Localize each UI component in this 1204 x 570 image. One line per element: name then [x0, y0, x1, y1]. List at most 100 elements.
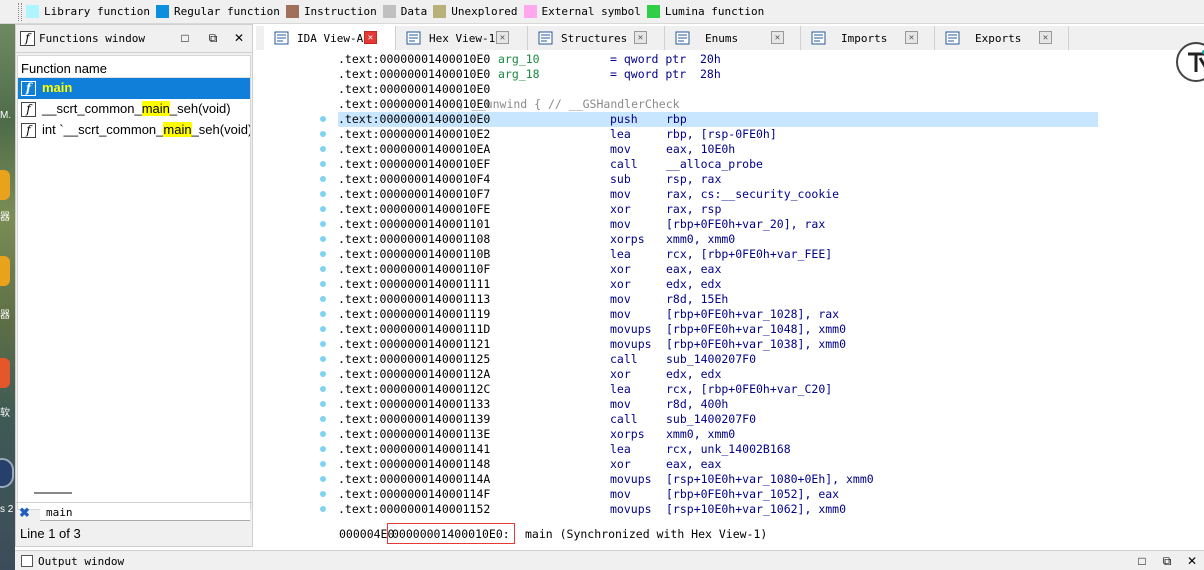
disasm-line[interactable]: .text:0000000140001148 xor eax, eax: [338, 457, 1098, 472]
disasm-line[interactable]: .text:0000000140001152 movups [rsp+10E0h+v…: [338, 502, 1098, 517]
line-address: .text:0000000140001121: [338, 337, 491, 351]
tab-close-icon[interactable]: ✕: [771, 31, 784, 44]
tab-close-icon[interactable]: ✕: [1039, 31, 1052, 44]
mnemonic: call: [610, 412, 638, 426]
close-icon[interactable]: ✕: [232, 31, 246, 45]
disasm-line[interactable]: .text:0000000140001133 mov r8d, 400h: [338, 397, 1098, 412]
disasm-line[interactable]: .text:00000001400010EF call __alloca_probe: [338, 157, 1098, 172]
disasm-line[interactable]: .text:00000001400010E0 arg_10 = qword ptr …: [338, 52, 1098, 67]
desktop-app-icon[interactable]: [0, 170, 10, 200]
disasm-line[interactable]: .text:000000014000112C lea rcx, [rbp+0FE0h…: [338, 382, 1098, 397]
desktop-app-icon[interactable]: [0, 458, 14, 488]
disasm-line[interactable]: .text:00000001400010E0; __unwind { // __…: [338, 97, 1098, 112]
tab-ida-view-a[interactable]: IDA View-A ✕: [264, 26, 396, 50]
disasm-line[interactable]: .text:000000014000110B lea rcx, [rbp+0FE0h…: [338, 247, 1098, 262]
float-icon[interactable]: ⧉: [206, 31, 220, 45]
tab-close-icon[interactable]: ✕: [496, 31, 509, 44]
breakpoint-dot[interactable]: [320, 326, 326, 332]
disasm-line[interactable]: .text:000000014000110F xor eax, eax: [338, 262, 1098, 277]
disasm-line[interactable]: .text:0000000140001121 movups [rbp+0FE0h+v…: [338, 337, 1098, 352]
breakpoint-dot[interactable]: [320, 116, 326, 122]
tab-structures[interactable]: Structures ✕: [528, 26, 665, 50]
disasm-line[interactable]: .text:0000000140001108 xorps xmm0, xmm0: [338, 232, 1098, 247]
toolbar-grip[interactable]: [18, 3, 22, 21]
breakpoint-dot[interactable]: [320, 176, 326, 182]
function-name-column-header[interactable]: Function name: [18, 56, 250, 78]
function-row[interactable]: f main: [18, 78, 250, 99]
breakpoint-dot[interactable]: [320, 236, 326, 242]
breakpoint-dot[interactable]: [320, 401, 326, 407]
breakpoint-dot[interactable]: [320, 281, 326, 287]
disasm-line[interactable]: .text:000000014000113E xorps xmm0, xmm0: [338, 427, 1098, 442]
breakpoint-dot[interactable]: [320, 386, 326, 392]
disassembly-listing[interactable]: .text:00000001400010E0 arg_10 = qword ptr …: [338, 52, 1098, 517]
desktop-app-icon[interactable]: [0, 358, 10, 388]
operands: __alloca_probe: [666, 157, 763, 171]
restore-icon[interactable]: □: [178, 31, 192, 45]
breakpoint-dot[interactable]: [320, 431, 326, 437]
breakpoint-dot[interactable]: [320, 446, 326, 452]
tab-close-icon[interactable]: ✕: [634, 31, 647, 44]
operands: rax, rsp: [666, 202, 722, 216]
disasm-line[interactable]: .text:0000000140001111 xor edx, edx: [338, 277, 1098, 292]
breakpoint-dot[interactable]: [320, 371, 326, 377]
breakpoint-dot[interactable]: [320, 476, 326, 482]
breakpoint-dot[interactable]: [320, 491, 326, 497]
tab-close-icon[interactable]: ✕: [905, 31, 918, 44]
breakpoint-dot[interactable]: [320, 356, 326, 362]
breakpoint-dot[interactable]: [320, 221, 326, 227]
disasm-line[interactable]: .text:0000000140001101 mov [rbp+0FE0h+var_…: [338, 217, 1098, 232]
breakpoint-dot[interactable]: [320, 311, 326, 317]
disasm-line[interactable]: .text:000000014000114A movups [rsp+10E0h+v…: [338, 472, 1098, 487]
tab-imports[interactable]: Imports ✕: [801, 26, 935, 50]
ida-view-a[interactable]: .text:00000001400010E0 arg_10 = qword ptr …: [256, 42, 1204, 544]
breakpoint-dot[interactable]: [320, 191, 326, 197]
functions-list[interactable]: Function name f main f __scrt_common_main_s…: [17, 55, 251, 510]
disasm-line[interactable]: .text:0000000140001113 mov r8d, 15Eh: [338, 292, 1098, 307]
filter-input[interactable]: main: [40, 504, 250, 521]
desktop-app-icon[interactable]: [0, 256, 10, 286]
line-address: .text:0000000140001113: [338, 292, 491, 306]
breakpoint-dot[interactable]: [320, 266, 326, 272]
tab-hex-view-1[interactable]: Hex View-1 ✕: [396, 26, 528, 50]
restore-icon[interactable]: □: [1135, 554, 1149, 568]
tab-close-icon[interactable]: ✕: [364, 31, 377, 44]
disasm-line[interactable]: .text:00000001400010F4 sub rsp, rax: [338, 172, 1098, 187]
disasm-line[interactable]: .text:0000000140001119 mov [rbp+0FE0h+var_…: [338, 307, 1098, 322]
breakpoint-dot[interactable]: [320, 251, 326, 257]
disasm-line[interactable]: .text:00000001400010E0 push rbp: [338, 112, 1098, 127]
disasm-line[interactable]: .text:00000001400010E2 lea rbp, [rsp-0FE0h…: [338, 127, 1098, 142]
breakpoint-dot[interactable]: [320, 296, 326, 302]
disasm-line[interactable]: .text:00000001400010E0: [338, 82, 1098, 97]
breakpoint-dot[interactable]: [320, 461, 326, 467]
disasm-line[interactable]: .text:000000014000114F mov [rbp+0FE0h+var_…: [338, 487, 1098, 502]
function-row[interactable]: f int `__scrt_common_main_seh(void)'::: [18, 120, 250, 141]
clear-filter-icon[interactable]: ✖: [19, 505, 30, 521]
tab-enums[interactable]: Enums ✕: [665, 26, 801, 50]
disasm-line[interactable]: .text:00000001400010EA mov eax, 10E0h: [338, 142, 1098, 157]
disasm-line[interactable]: .text:0000000140001141 lea rcx, unk_14002B…: [338, 442, 1098, 457]
disasm-line[interactable]: .text:000000014000112A xor edx, edx: [338, 367, 1098, 382]
close-icon[interactable]: ✕: [1185, 554, 1199, 568]
breakpoint-dot[interactable]: [320, 416, 326, 422]
breakpoint-dot[interactable]: [320, 131, 326, 137]
operands: eax, eax: [666, 457, 722, 471]
disasm-line[interactable]: .text:000000014000111D movups [rbp+0FE0h+v…: [338, 322, 1098, 337]
breakpoint-dot[interactable]: [320, 206, 326, 212]
functions-window-titlebar[interactable]: f Functions window □ ⧉ ✕: [16, 25, 252, 53]
breakpoint-dot[interactable]: [320, 341, 326, 347]
breakpoint-dot[interactable]: [320, 506, 326, 512]
function-row[interactable]: f __scrt_common_main_seh(void): [18, 99, 250, 120]
tab-exports[interactable]: Exports ✕: [935, 26, 1069, 50]
breakpoint-gutter[interactable]: [320, 50, 328, 544]
desktop-label: s 2: [0, 504, 14, 515]
breakpoint-dot[interactable]: [320, 161, 326, 167]
disasm-line[interactable]: .text:00000001400010F7 mov rax, cs:__secur…: [338, 187, 1098, 202]
disasm-line[interactable]: .text:00000001400010E0 arg_18 = qword ptr …: [338, 67, 1098, 82]
disasm-line[interactable]: .text:0000000140001139 call sub_1400207F0: [338, 412, 1098, 427]
breakpoint-dot[interactable]: [320, 146, 326, 152]
disasm-line[interactable]: .text:00000001400010FE xor rax, rsp: [338, 202, 1098, 217]
horizontal-scrollbar[interactable]: [34, 492, 72, 494]
float-icon[interactable]: ⧉: [1160, 554, 1174, 568]
disasm-line[interactable]: .text:0000000140001125 call sub_1400207F0: [338, 352, 1098, 367]
